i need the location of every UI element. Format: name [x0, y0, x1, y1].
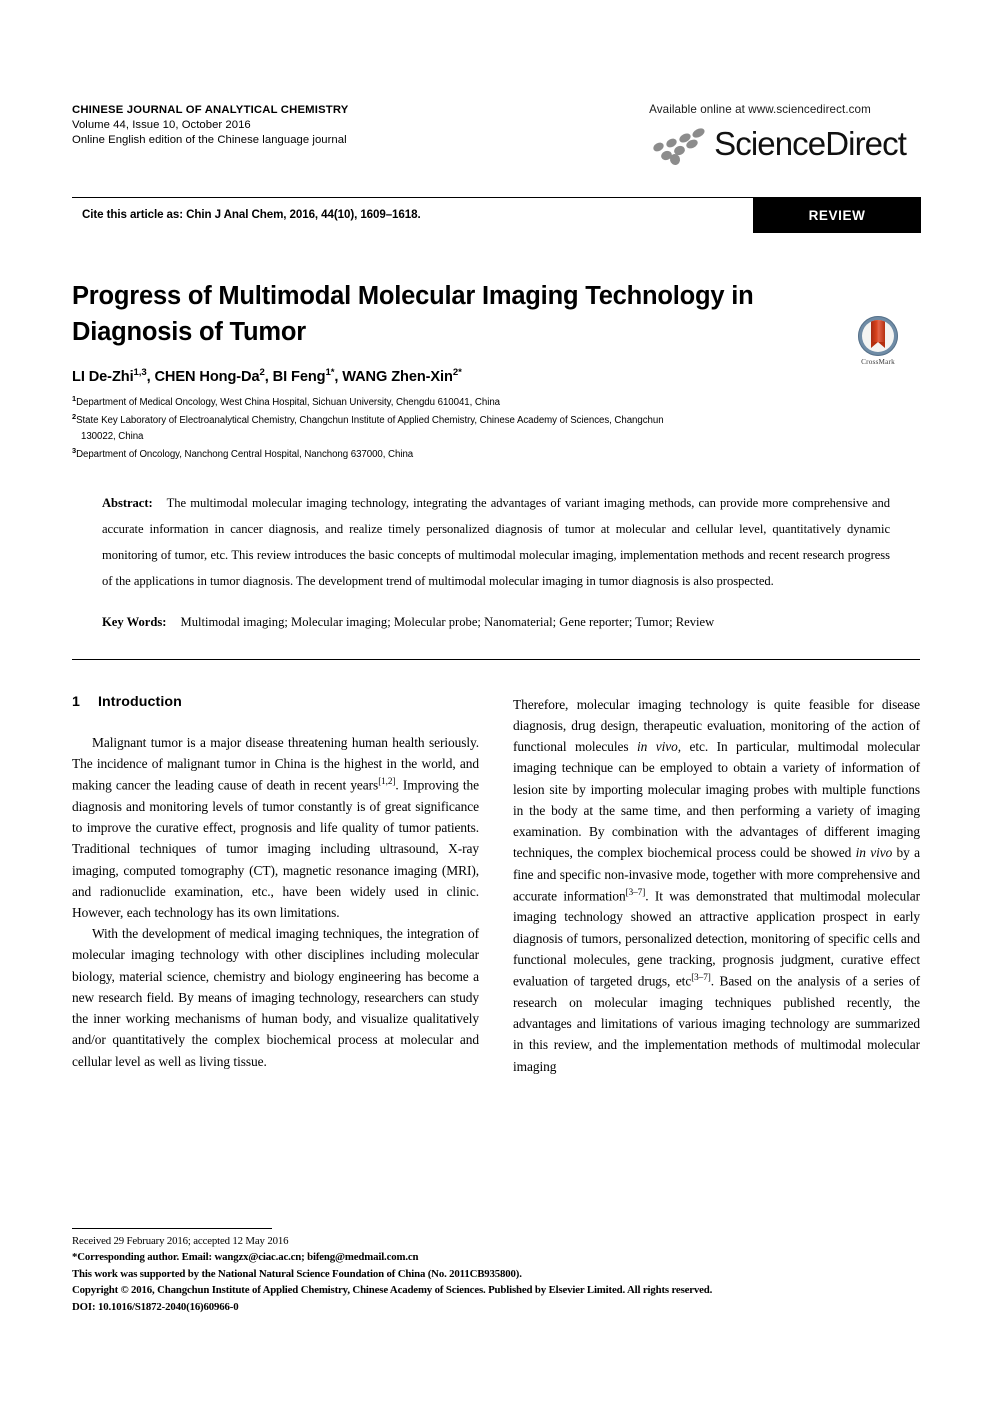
author-list: LI De-Zhi1,3, CHEN Hong-Da2, BI Feng1*, … [72, 367, 462, 386]
footnote-copyright: Copyright © 2016, Changchun Institute of… [72, 1284, 713, 1297]
section-title: Introduction [98, 693, 182, 710]
crossmark-ribbon-icon [871, 320, 885, 348]
footnote-funding: This work was supported by the National … [72, 1267, 522, 1280]
available-online-text: Available online at www.sciencedirect.co… [649, 103, 871, 116]
cite-this-article: Cite this article as: Chin J Anal Chem, … [82, 208, 421, 221]
footnote-block: Received 29 February 2016; accepted 12 M… [72, 1227, 920, 1315]
footnote-divider [72, 1227, 272, 1229]
affiliation-1: 1Department of Medical Oncology, West Ch… [72, 393, 920, 411]
keywords-block: Key Words: Multimodal imaging; Molecular … [102, 613, 890, 631]
journal-title: CHINESE JOURNAL OF ANALYTICAL CHEMISTRY [72, 104, 349, 116]
sciencedirect-logo: ScienceDirect [600, 122, 920, 167]
crossmark-label: CrossMark [861, 358, 895, 366]
sciencedirect-wordmark: ScienceDirect [714, 125, 907, 163]
footnote-received: Received 29 February 2016; accepted 12 M… [72, 1234, 289, 1247]
journal-volume: Volume 44, Issue 10, October 2016 [72, 118, 251, 131]
journal-edition: Online English edition of the Chinese la… [72, 133, 347, 146]
cite-row: Cite this article as: Chin J Anal Chem, … [72, 197, 921, 244]
section-heading-introduction: 1 Introduction [72, 694, 479, 710]
affiliation-text-2: State Key Laboratory of Electroanalytica… [76, 415, 664, 427]
section-number: 1 [72, 693, 80, 710]
crossmark-badge[interactable]: CrossMark [850, 316, 906, 366]
paragraph: Therefore, molecular imaging technology … [513, 696, 920, 1074]
abstract-text: The multimodal molecular imaging technol… [102, 495, 890, 588]
crossmark-inner [862, 320, 894, 352]
affiliation-2: 2State Key Laboratory of Electroanalytic… [72, 411, 920, 429]
affiliation-text-3: Department of Oncology, Nanchong Central… [76, 449, 414, 461]
affiliation-2-continuation: 130022, China [81, 431, 144, 443]
affiliation-3: 3Department of Oncology, Nanchong Centra… [72, 445, 920, 463]
status-badge-review: REVIEW [753, 197, 921, 233]
divider-abstract [72, 658, 920, 660]
affiliation-text-1: Department of Medical Oncology, West Chi… [76, 397, 500, 409]
crossmark-icon [858, 316, 898, 356]
logo-science-text: Science [714, 125, 826, 162]
keywords-text: Multimodal imaging; Molecular imaging; M… [180, 614, 715, 629]
sciencedirect-swoosh-icon [651, 126, 709, 167]
abstract-label: Abstract: [102, 495, 153, 510]
masthead: CHINESE JOURNAL OF ANALYTICAL CHEMISTRY … [72, 0, 920, 189]
page-title: Progress of Multimodal Molecular Imaging… [72, 282, 754, 347]
abstract-paragraph: Abstract: The multimodal molecular imagin… [102, 491, 890, 595]
sciencedirect-block: Available online at www.sciencedirect.co… [600, 103, 920, 167]
paragraph: With the development of medical imaging … [72, 926, 479, 1069]
footnote-doi: DOI: 10.1016/S1872-2040(16)60966-0 [72, 1300, 239, 1313]
affiliation-list: 1Department of Medical Oncology, West Ch… [72, 393, 920, 463]
column-right: Therefore, molecular imaging technology … [513, 694, 920, 1077]
abstract-block: Abstract: The multimodal molecular imagin… [102, 491, 890, 631]
column-left: 1 Introduction Malignant tumor is a major… [72, 694, 479, 1077]
paragraph: Malignant tumor is a major disease threa… [72, 734, 480, 921]
body-columns: 1 Introduction Malignant tumor is a major… [72, 694, 920, 1077]
journal-info: CHINESE JOURNAL OF ANALYTICAL CHEMISTRY … [72, 103, 349, 148]
keywords-label: Key Words: [102, 614, 167, 629]
logo-direct-text: Direct [825, 125, 907, 162]
title-area: Progress of Multimodal Molecular Imaging… [72, 278, 920, 366]
footnote-corresponding-author: *Corresponding author. Email: wangzx@cia… [72, 1251, 419, 1264]
article-page: CHINESE JOURNAL OF ANALYTICAL CHEMISTRY … [0, 0, 992, 1403]
